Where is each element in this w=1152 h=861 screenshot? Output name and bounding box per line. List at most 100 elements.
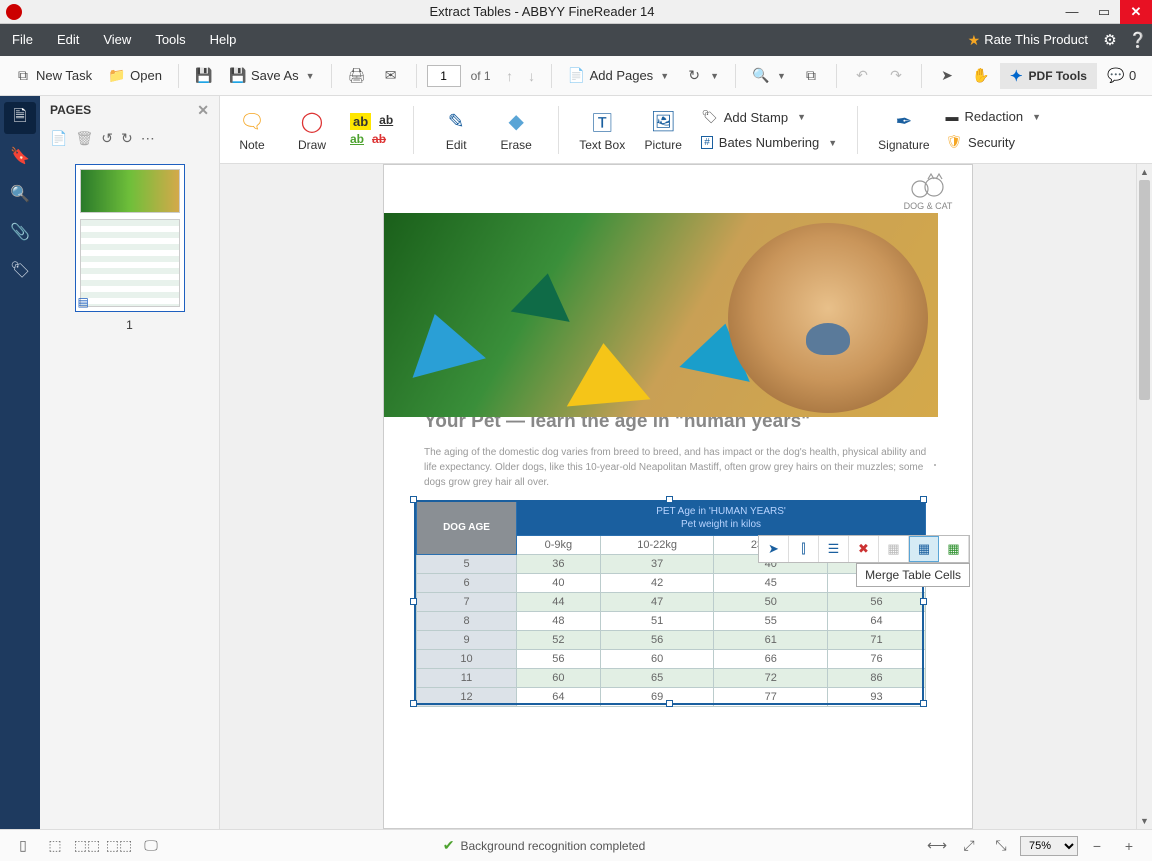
split-cells-tool[interactable]: ▦ xyxy=(879,536,909,562)
fit-page-button[interactable]: ⤢ xyxy=(956,835,982,857)
table-area-tool[interactable]: ▦ xyxy=(939,536,969,562)
comments-button[interactable]: 💬0 xyxy=(1101,63,1142,89)
open-button[interactable]: 📁Open xyxy=(102,63,168,89)
compare-button[interactable]: ⧉ xyxy=(796,63,826,89)
add-page-icon[interactable]: 📄 xyxy=(50,130,67,147)
selection-handle[interactable] xyxy=(920,496,927,503)
compare-icon: ⧉ xyxy=(802,67,820,85)
edit-button[interactable]: ✎Edit xyxy=(434,108,478,152)
find-button[interactable]: 🔍▼ xyxy=(746,63,792,89)
menu-edit[interactable]: Edit xyxy=(45,24,91,56)
document-canvas[interactable]: DOG & CAT Your Pet — learn the age in "h… xyxy=(220,164,1136,829)
recognized-icon: ▤ xyxy=(78,295,89,309)
status-bar: ▯ ⬚ ⬚⬚ ⬚⬚ 🖵 ✔Background recognition comp… xyxy=(0,829,1152,861)
view-two-continuous[interactable]: ⬚⬚ xyxy=(106,835,132,857)
pdf-tools-button[interactable]: ✦PDF Tools xyxy=(1000,63,1097,89)
settings-icon[interactable]: ⚙ xyxy=(1096,31,1124,49)
draw-button[interactable]: ◯Draw xyxy=(290,108,334,152)
view-two-page[interactable]: ⬚⬚ xyxy=(74,835,100,857)
highlight-icon[interactable]: ab xyxy=(350,113,371,130)
save-button[interactable]: 💾 xyxy=(189,63,219,89)
page-up-icon[interactable]: ↑ xyxy=(501,67,519,85)
page-number-input[interactable] xyxy=(427,65,461,87)
zoom-select[interactable]: 75% xyxy=(1020,836,1078,856)
page-down-icon[interactable]: ↓ xyxy=(523,67,541,85)
actual-size-button[interactable]: ⤡ xyxy=(988,835,1014,857)
menu-tools[interactable]: Tools xyxy=(143,24,197,56)
minimize-button[interactable]: — xyxy=(1056,0,1088,24)
nav-bookmarks[interactable]: 🔖 xyxy=(4,140,36,172)
selection-handle[interactable] xyxy=(920,700,927,707)
bates-numbering-button[interactable]: #Bates Numbering▼ xyxy=(701,133,837,152)
selection-handle[interactable] xyxy=(666,496,673,503)
view-continuous[interactable]: ⬚ xyxy=(42,835,68,857)
pdf-tools-label: PDF Tools xyxy=(1029,69,1087,83)
save-as-button[interactable]: 💾Save As▼ xyxy=(223,63,321,89)
redaction-button[interactable]: ▬Redaction▼ xyxy=(946,107,1041,126)
delete-page-icon[interactable]: 🗑 xyxy=(75,130,93,147)
help-icon[interactable]: ❔ xyxy=(1124,31,1152,49)
insert-text-icon[interactable]: ab xyxy=(350,132,364,146)
menu-help[interactable]: Help xyxy=(198,24,249,56)
view-fullscreen[interactable]: 🖵 xyxy=(138,835,164,857)
picture-button[interactable]: 🖼Picture xyxy=(641,108,685,152)
print-button[interactable]: 🖨 xyxy=(342,63,372,89)
table-pointer-tool[interactable]: ➤ xyxy=(759,536,789,562)
nav-pages[interactable]: 🗎 xyxy=(4,102,36,134)
zoom-in-button[interactable]: + xyxy=(1116,835,1142,857)
selection-handle[interactable] xyxy=(410,598,417,605)
maximize-button[interactable]: ▭ xyxy=(1088,0,1120,24)
add-pages-button[interactable]: 📄Add Pages▼ xyxy=(562,63,676,89)
new-task-button[interactable]: ⧉New Task xyxy=(8,63,98,89)
close-button[interactable]: ✕ xyxy=(1120,0,1152,24)
more-icon[interactable]: ⋯ xyxy=(141,130,155,147)
add-horizontal-line-tool[interactable]: ☰ xyxy=(819,536,849,562)
merge-cells-tooltip: Merge Table Cells xyxy=(856,563,970,587)
vertical-scrollbar[interactable]: ▲ ▼ xyxy=(1136,164,1152,829)
security-button[interactable]: 🛡Security xyxy=(946,132,1041,152)
dogcat-logo-label: DOG & CAT xyxy=(904,201,953,211)
nav-stamps[interactable]: 🏷 xyxy=(4,254,36,286)
delete-line-tool[interactable]: ✖ xyxy=(849,536,879,562)
add-vertical-line-tool[interactable]: ⫿ xyxy=(789,536,819,562)
pages-panel-title: PAGES xyxy=(50,103,91,117)
close-panel-icon[interactable]: ✕ xyxy=(197,102,209,119)
merge-cells-tool[interactable]: ▦ xyxy=(909,536,939,562)
hand-tool[interactable]: ✋ xyxy=(966,63,996,89)
pointer-tool[interactable]: ➤ xyxy=(932,63,962,89)
redaction-icon: ▬ xyxy=(946,109,959,124)
strikethrough-icon[interactable]: ab xyxy=(372,132,386,146)
rotate-right-icon[interactable]: ↻ xyxy=(121,130,133,147)
nav-attachments[interactable]: 📎 xyxy=(4,216,36,248)
rotate-button[interactable]: ↻▼ xyxy=(679,63,725,89)
scrollbar-thumb[interactable] xyxy=(1139,180,1150,400)
rate-product-link[interactable]: Rate This Product xyxy=(984,24,1096,56)
selection-handle[interactable] xyxy=(410,496,417,503)
email-button[interactable]: ✉ xyxy=(376,63,406,89)
nav-search[interactable]: 🔍 xyxy=(4,178,36,210)
scroll-up-icon[interactable]: ▲ xyxy=(1137,164,1152,180)
dog-age-table-area[interactable]: DOG AGEPET Age in 'HUMAN YEARS'Pet weigh… xyxy=(414,500,942,707)
add-stamp-button[interactable]: 🏷Add Stamp▼ xyxy=(701,107,837,127)
selection-handle[interactable] xyxy=(920,598,927,605)
rotate-left-icon[interactable]: ↺ xyxy=(101,130,113,147)
view-single-page[interactable]: ▯ xyxy=(10,835,36,857)
menu-view[interactable]: View xyxy=(91,24,143,56)
zoom-out-button[interactable]: − xyxy=(1084,835,1110,857)
redo-button[interactable]: ↷ xyxy=(881,63,911,89)
underline-icon[interactable]: ab xyxy=(379,113,393,130)
selection-handle[interactable] xyxy=(410,700,417,707)
undo-button[interactable]: ↶ xyxy=(847,63,877,89)
scroll-down-icon[interactable]: ▼ xyxy=(1137,813,1152,829)
menu-file[interactable]: File xyxy=(0,24,45,56)
pdf-tools-ribbon: 🗨Note ◯Draw abab abab ✎Edit ◆Erase 🅃Text… xyxy=(220,96,1152,164)
fit-width-button[interactable]: ⟷ xyxy=(924,835,950,857)
signature-button[interactable]: ✒Signature xyxy=(878,108,929,152)
page-thumbnail[interactable]: ▤ xyxy=(75,164,185,312)
erase-button[interactable]: ◆Erase xyxy=(494,108,538,152)
selection-handle[interactable] xyxy=(666,700,673,707)
dog-age-table[interactable]: DOG AGEPET Age in 'HUMAN YEARS'Pet weigh… xyxy=(416,500,926,707)
note-button[interactable]: 🗨Note xyxy=(230,108,274,152)
chevron-down-icon: ▼ xyxy=(306,71,315,81)
textbox-button[interactable]: 🅃Text Box xyxy=(579,108,625,152)
